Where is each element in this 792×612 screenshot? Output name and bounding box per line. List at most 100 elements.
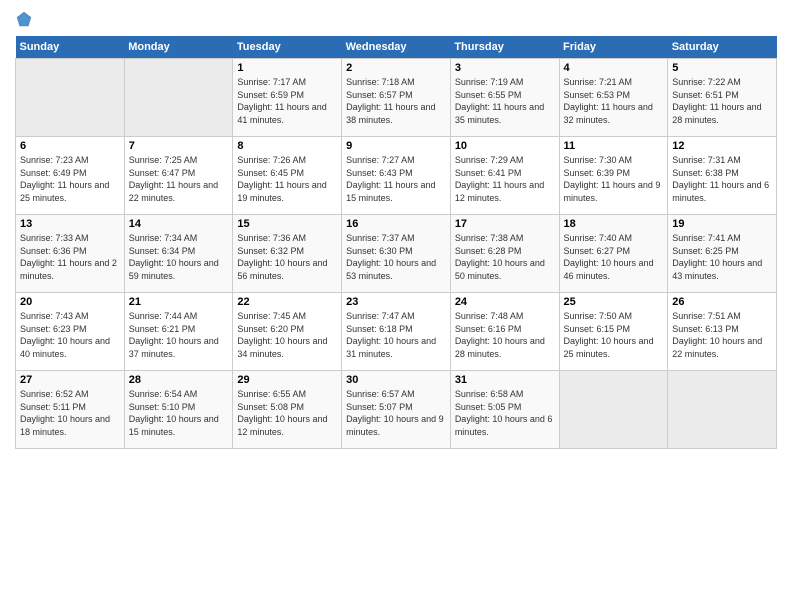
day-cell: 20Sunrise: 7:43 AM Sunset: 6:23 PM Dayli…: [16, 293, 125, 371]
day-cell: 6 Sunrise: 7:23 AM Sunset: 6:49 PM Daylig…: [16, 137, 125, 215]
day-cell: 4 Sunrise: 7:21 AM Sunset: 6:53 PM Daylig…: [559, 59, 668, 137]
day-info: Sunrise: 7:51 AM Sunset: 6:13 PM Dayligh…: [672, 310, 772, 360]
day-number: 4: [564, 62, 664, 74]
day-number: 16: [346, 218, 446, 230]
day-info: Sunrise: 7:41 AM Sunset: 6:25 PM Dayligh…: [672, 232, 772, 282]
day-info: Sunrise: 7:18 AM Sunset: 6:57 PM Dayligh…: [346, 76, 446, 126]
day-number: 6: [20, 140, 120, 152]
header-cell-sunday: Sunday: [16, 36, 125, 59]
day-info: Sunrise: 7:22 AM Sunset: 6:51 PM Dayligh…: [672, 76, 772, 126]
day-number: 2: [346, 62, 446, 74]
day-number: 27: [20, 374, 120, 386]
header-cell-wednesday: Wednesday: [342, 36, 451, 59]
day-number: 5: [672, 62, 772, 74]
day-cell: 23 Sunrise: 7:47 AM Sunset: 6:18 PM Dayli…: [342, 293, 451, 371]
header-cell-thursday: Thursday: [450, 36, 559, 59]
day-info: Sunrise: 7:43 AM Sunset: 6:23 PM Dayligh…: [20, 310, 120, 360]
day-info: Sunrise: 7:21 AM Sunset: 6:53 PM Dayligh…: [564, 76, 664, 126]
day-info: Sunrise: 7:50 AM Sunset: 6:15 PM Dayligh…: [564, 310, 664, 360]
day-info: Sunrise: 6:52 AM Sunset: 5:11 PM Dayligh…: [20, 388, 120, 438]
day-cell: [668, 371, 777, 449]
day-info: Sunrise: 7:23 AM Sunset: 6:49 PM Dayligh…: [20, 154, 120, 204]
day-cell: [124, 59, 233, 137]
day-number: 26: [672, 296, 772, 308]
day-cell: 22 Sunrise: 7:45 AM Sunset: 6:20 PM Dayli…: [233, 293, 342, 371]
day-info: Sunrise: 7:27 AM Sunset: 6:43 PM Dayligh…: [346, 154, 446, 204]
day-info: Sunrise: 7:45 AM Sunset: 6:20 PM Dayligh…: [237, 310, 337, 360]
day-cell: 13Sunrise: 7:33 AM Sunset: 6:36 PM Dayli…: [16, 215, 125, 293]
day-cell: 5 Sunrise: 7:22 AM Sunset: 6:51 PM Daylig…: [668, 59, 777, 137]
day-number: 24: [455, 296, 555, 308]
day-info: Sunrise: 6:58 AM Sunset: 5:05 PM Dayligh…: [455, 388, 555, 438]
day-cell: 30Sunrise: 6:57 AM Sunset: 5:07 PM Dayli…: [342, 371, 451, 449]
day-number: 10: [455, 140, 555, 152]
day-number: 9: [346, 140, 446, 152]
day-cell: 19 Sunrise: 7:41 AM Sunset: 6:25 PM Dayli…: [668, 215, 777, 293]
header: [15, 10, 777, 28]
day-cell: 10Sunrise: 7:29 AM Sunset: 6:41 PM Dayli…: [450, 137, 559, 215]
header-row: SundayMondayTuesdayWednesdayThursdayFrid…: [16, 36, 777, 59]
day-cell: 18 Sunrise: 7:40 AM Sunset: 6:27 PM Dayli…: [559, 215, 668, 293]
day-number: 30: [346, 374, 446, 386]
week-row-3: 13Sunrise: 7:33 AM Sunset: 6:36 PM Dayli…: [16, 215, 777, 293]
day-cell: 31 Sunrise: 6:58 AM Sunset: 5:05 PM Dayli…: [450, 371, 559, 449]
day-cell: 8 Sunrise: 7:26 AM Sunset: 6:45 PM Daylig…: [233, 137, 342, 215]
day-info: Sunrise: 7:38 AM Sunset: 6:28 PM Dayligh…: [455, 232, 555, 282]
day-cell: 21Sunrise: 7:44 AM Sunset: 6:21 PM Dayli…: [124, 293, 233, 371]
day-number: 25: [564, 296, 664, 308]
day-number: 3: [455, 62, 555, 74]
week-row-5: 27 Sunrise: 6:52 AM Sunset: 5:11 PM Dayli…: [16, 371, 777, 449]
day-info: Sunrise: 7:30 AM Sunset: 6:39 PM Dayligh…: [564, 154, 664, 204]
header-cell-monday: Monday: [124, 36, 233, 59]
day-cell: 9 Sunrise: 7:27 AM Sunset: 6:43 PM Daylig…: [342, 137, 451, 215]
day-number: 19: [672, 218, 772, 230]
day-cell: 11 Sunrise: 7:30 AM Sunset: 6:39 PM Dayli…: [559, 137, 668, 215]
day-cell: 28 Sunrise: 6:54 AM Sunset: 5:10 PM Dayli…: [124, 371, 233, 449]
day-number: 28: [129, 374, 229, 386]
day-info: Sunrise: 6:54 AM Sunset: 5:10 PM Dayligh…: [129, 388, 229, 438]
day-number: 14: [129, 218, 229, 230]
day-number: 18: [564, 218, 664, 230]
day-info: Sunrise: 7:34 AM Sunset: 6:34 PM Dayligh…: [129, 232, 229, 282]
day-info: Sunrise: 7:26 AM Sunset: 6:45 PM Dayligh…: [237, 154, 337, 204]
week-row-1: 1 Sunrise: 7:17 AM Sunset: 6:59 PM Daylig…: [16, 59, 777, 137]
logo: [15, 10, 37, 28]
day-info: Sunrise: 7:19 AM Sunset: 6:55 PM Dayligh…: [455, 76, 555, 126]
day-cell: 26 Sunrise: 7:51 AM Sunset: 6:13 PM Dayli…: [668, 293, 777, 371]
day-cell: 24Sunrise: 7:48 AM Sunset: 6:16 PM Dayli…: [450, 293, 559, 371]
day-info: Sunrise: 7:36 AM Sunset: 6:32 PM Dayligh…: [237, 232, 337, 282]
day-info: Sunrise: 7:31 AM Sunset: 6:38 PM Dayligh…: [672, 154, 772, 204]
header-cell-saturday: Saturday: [668, 36, 777, 59]
header-cell-tuesday: Tuesday: [233, 36, 342, 59]
day-info: Sunrise: 7:33 AM Sunset: 6:36 PM Dayligh…: [20, 232, 120, 282]
day-number: 1: [237, 62, 337, 74]
day-cell: 2 Sunrise: 7:18 AM Sunset: 6:57 PM Daylig…: [342, 59, 451, 137]
logo-icon: [15, 10, 33, 28]
day-info: Sunrise: 7:17 AM Sunset: 6:59 PM Dayligh…: [237, 76, 337, 126]
calendar-container: SundayMondayTuesdayWednesdayThursdayFrid…: [0, 0, 792, 612]
day-cell: 12Sunrise: 7:31 AM Sunset: 6:38 PM Dayli…: [668, 137, 777, 215]
day-number: 22: [237, 296, 337, 308]
week-row-2: 6 Sunrise: 7:23 AM Sunset: 6:49 PM Daylig…: [16, 137, 777, 215]
day-cell: 16Sunrise: 7:37 AM Sunset: 6:30 PM Dayli…: [342, 215, 451, 293]
day-cell: 29Sunrise: 6:55 AM Sunset: 5:08 PM Dayli…: [233, 371, 342, 449]
day-cell: 25 Sunrise: 7:50 AM Sunset: 6:15 PM Dayli…: [559, 293, 668, 371]
day-number: 8: [237, 140, 337, 152]
day-info: Sunrise: 7:25 AM Sunset: 6:47 PM Dayligh…: [129, 154, 229, 204]
day-cell: 3 Sunrise: 7:19 AM Sunset: 6:55 PM Daylig…: [450, 59, 559, 137]
day-cell: 27 Sunrise: 6:52 AM Sunset: 5:11 PM Dayli…: [16, 371, 125, 449]
day-info: Sunrise: 6:55 AM Sunset: 5:08 PM Dayligh…: [237, 388, 337, 438]
day-cell: [559, 371, 668, 449]
day-info: Sunrise: 7:47 AM Sunset: 6:18 PM Dayligh…: [346, 310, 446, 360]
day-number: 15: [237, 218, 337, 230]
header-cell-friday: Friday: [559, 36, 668, 59]
day-number: 21: [129, 296, 229, 308]
day-number: 23: [346, 296, 446, 308]
week-row-4: 20Sunrise: 7:43 AM Sunset: 6:23 PM Dayli…: [16, 293, 777, 371]
day-info: Sunrise: 7:40 AM Sunset: 6:27 PM Dayligh…: [564, 232, 664, 282]
day-number: 11: [564, 140, 664, 152]
day-cell: 17Sunrise: 7:38 AM Sunset: 6:28 PM Dayli…: [450, 215, 559, 293]
calendar-table: SundayMondayTuesdayWednesdayThursdayFrid…: [15, 36, 777, 449]
day-number: 31: [455, 374, 555, 386]
day-number: 7: [129, 140, 229, 152]
